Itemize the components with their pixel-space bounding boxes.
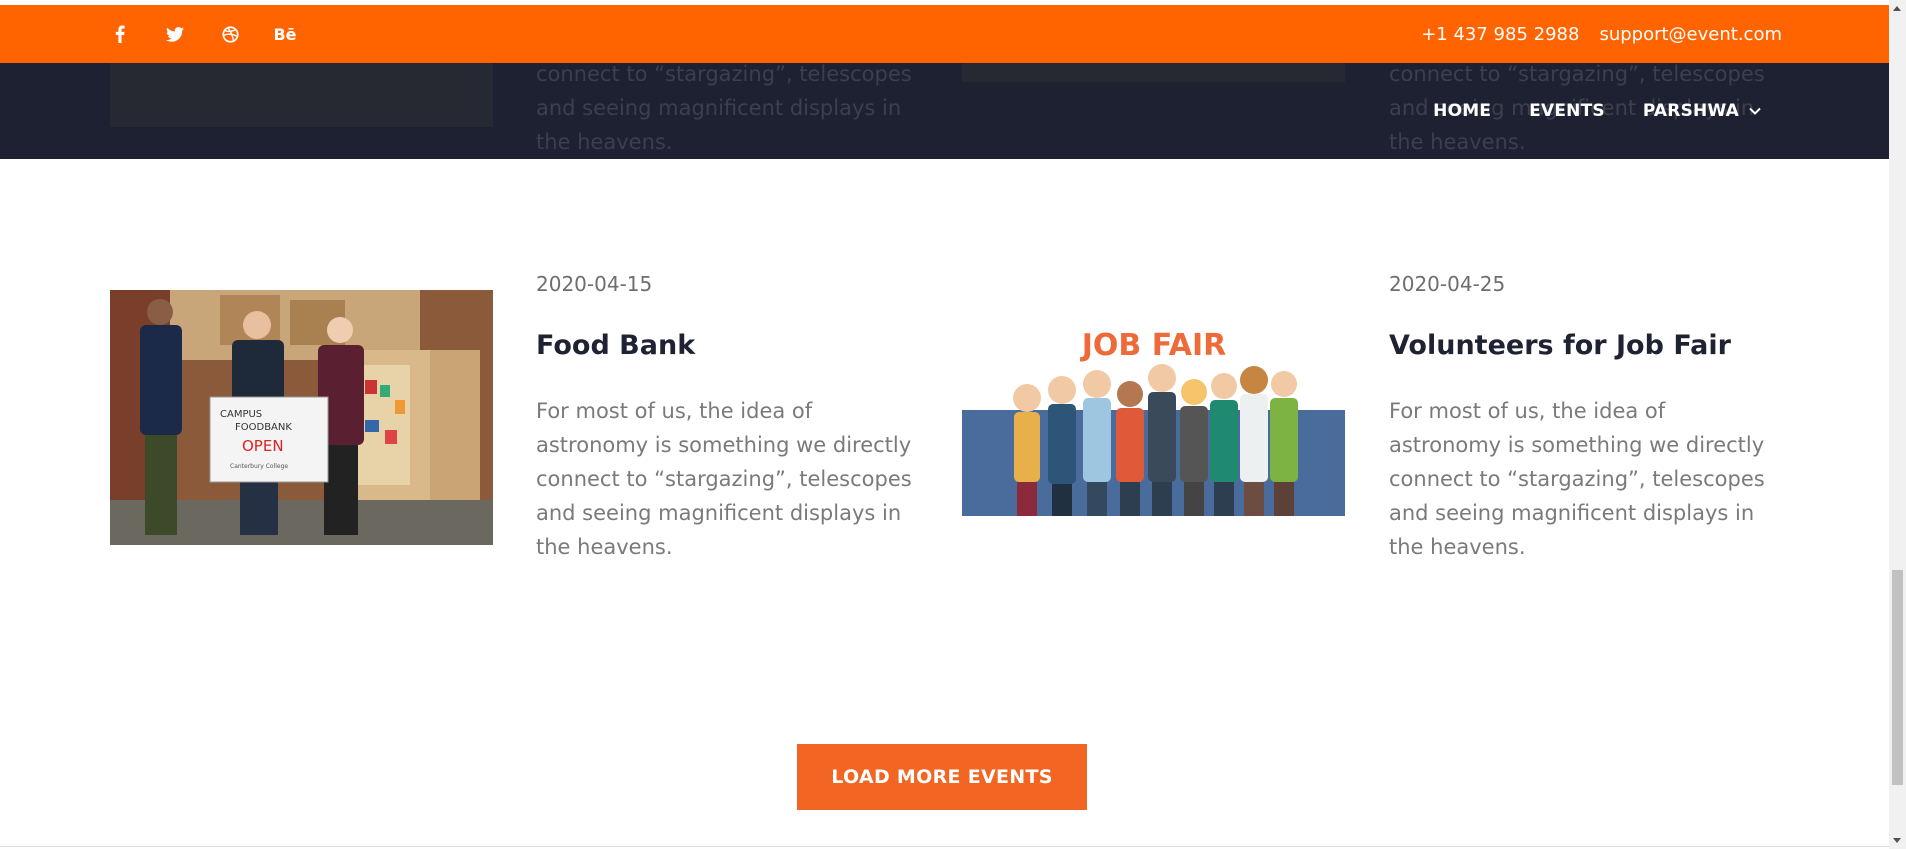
nav-parshwa-label: PARSHWA: [1642, 101, 1739, 121]
scrollbar-thumb[interactable]: [1892, 570, 1903, 785]
contact-info: +1 437 985 2988 support@event.com: [1421, 5, 1782, 63]
ghost-event-desc-left: connect to “stargazing”, telescopes and …: [536, 62, 912, 154]
ghost-event-image-right: [962, 63, 1345, 82]
event-desc-job-fair: For most of us, the idea of astronomy is…: [1389, 399, 1765, 559]
nav-events[interactable]: EVENTS: [1529, 101, 1605, 121]
sign-text-foodbank: FOODBANK: [235, 422, 292, 433]
ghost-event-image-left: [110, 63, 493, 127]
behance-icon[interactable]: Bē: [273, 24, 297, 44]
chevron-down-icon: [1749, 107, 1761, 115]
event-image-food-bank[interactable]: CAMPUS FOODBANK OPEN Canterbury College: [110, 290, 493, 545]
vertical-scrollbar[interactable]: [1889, 0, 1906, 849]
job-fair-banner-text: JOB FAIR: [1080, 328, 1227, 363]
support-email[interactable]: support@event.com: [1599, 24, 1782, 45]
sign-text-campus: CAMPUS: [220, 409, 262, 420]
phone-number[interactable]: +1 437 985 2988: [1421, 24, 1579, 45]
event-image-job-fair[interactable]: JOB FAIR: [962, 320, 1345, 516]
page-bottom-divider: [0, 846, 1889, 847]
load-more-events-button[interactable]: LOAD MORE EVENTS: [797, 744, 1087, 810]
sign-text-open: OPEN: [242, 437, 284, 455]
social-links: Bē: [110, 5, 330, 63]
twitter-icon[interactable]: [165, 24, 185, 44]
nav-parshwa[interactable]: PARSHWA: [1643, 101, 1761, 121]
event-title-job-fair[interactable]: Volunteers for Job Fair: [1389, 330, 1731, 361]
event-desc-food-bank: For most of us, the idea of astronomy is…: [536, 399, 912, 559]
event-date-job-fair: 2020-04-25: [1389, 272, 1506, 296]
scroll-up-icon[interactable]: [1893, 6, 1901, 11]
behance-label: Bē: [273, 24, 297, 44]
sign-text-college: Canterbury College: [230, 463, 288, 470]
nav-menu: HOME EVENTS PARSHWA: [1433, 63, 1761, 159]
nav-home[interactable]: HOME: [1433, 101, 1491, 121]
event-title-food-bank[interactable]: Food Bank: [536, 330, 695, 361]
facebook-icon[interactable]: [110, 24, 130, 44]
scroll-down-icon[interactable]: [1893, 838, 1901, 843]
event-date-food-bank: 2020-04-15: [536, 272, 653, 296]
top-contact-bar: Bē +1 437 985 2988 support@event.com: [0, 5, 1889, 63]
main-navbar: connect to “stargazing”, telescopes and …: [0, 62, 1889, 159]
dribbble-icon[interactable]: [220, 24, 240, 44]
